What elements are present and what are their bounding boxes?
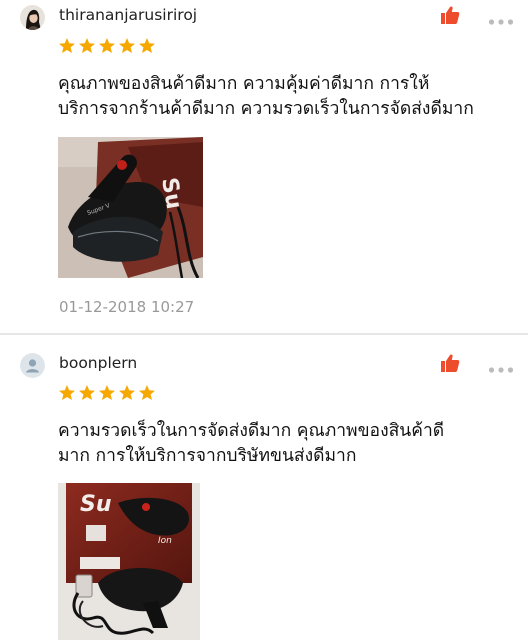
review-text: ความรวดเร็วในการจัดส่งดีมาก คุณภาพของสิน… — [58, 419, 520, 469]
user-avatar[interactable] — [20, 5, 45, 30]
reviewer-username[interactable]: boonplern — [59, 354, 137, 372]
default-user-icon — [20, 353, 45, 378]
star-icon — [59, 38, 75, 53]
star-icon — [99, 38, 115, 53]
star-icon — [139, 385, 155, 400]
star-icon — [119, 385, 135, 400]
more-options-icon[interactable] — [488, 11, 514, 25]
thumbs-up-icon[interactable] — [440, 5, 460, 25]
thumbs-up-icon[interactable] — [440, 353, 460, 373]
review-card: boonplern ความรวดเร็วในการจัดส่งดีมาก คุ… — [0, 335, 528, 640]
star-rating — [58, 37, 158, 55]
user-photo-avatar-icon — [20, 5, 45, 30]
review-text-line: ความรวดเร็วในการจัดส่งดีมาก คุณภาพของสิน… — [58, 421, 445, 441]
review-card: thirananjarusiriroj คุณภาพของสินค้าดีมาก… — [0, 0, 528, 333]
more-options-icon[interactable] — [488, 359, 514, 373]
review-timestamp: 01-12-2018 10:27 — [59, 298, 195, 316]
star-icon — [99, 385, 115, 400]
star-icon — [79, 385, 95, 400]
review-text: คุณภาพของสินค้าดีมาก ความคุ้มค่าดีมาก กา… — [58, 72, 520, 122]
star-icon — [79, 38, 95, 53]
hair-dryer-photo: Su Super V — [58, 137, 203, 278]
review-text-line: คุณภาพของสินค้าดีมาก ความคุ้มค่าดีมาก กา… — [58, 74, 430, 94]
review-photo[interactable]: Su Super V — [58, 137, 203, 278]
review-text-line: มาก การให้บริการจากบริษัทขนส่งดีมาก — [58, 446, 357, 466]
star-rating — [58, 384, 158, 402]
box-brand-text: Su — [80, 492, 112, 517]
review-photo[interactable]: Su Ion — [58, 483, 200, 640]
reviewer-username[interactable]: thirananjarusiriroj — [59, 6, 197, 24]
star-icon — [59, 385, 75, 400]
star-icon — [119, 38, 135, 53]
review-text-line: บริการจากร้านค้าดีมาก ความรวดเร็วในการจั… — [58, 99, 474, 119]
star-icon — [139, 38, 155, 53]
user-avatar[interactable] — [20, 353, 45, 378]
svg-text:Ion: Ion — [158, 536, 172, 546]
hair-dryer-box-photo: Su Ion — [58, 483, 200, 640]
